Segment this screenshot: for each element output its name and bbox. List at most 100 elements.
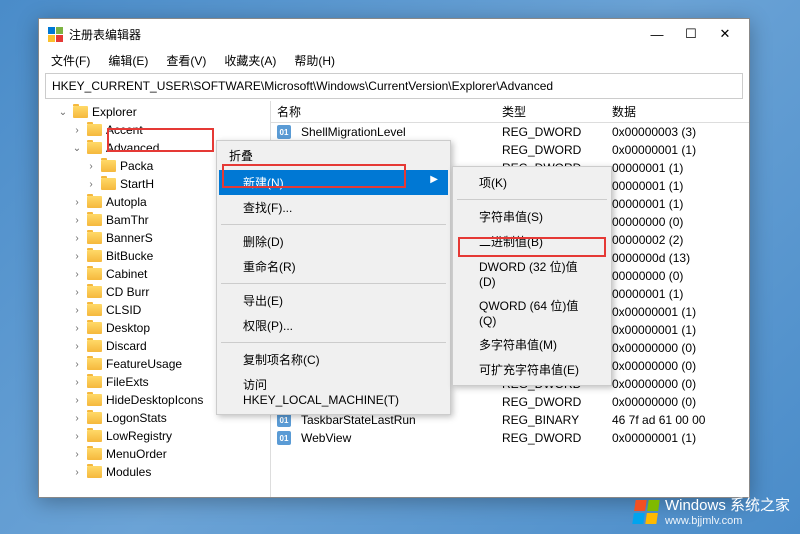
value-row[interactable]: 01ShellMigrationLevelREG_DWORD0x00000003… bbox=[271, 123, 749, 141]
minimize-button[interactable]: — bbox=[649, 26, 665, 42]
ctx-new-binary[interactable]: 二进制值(B) bbox=[455, 229, 609, 254]
chevron-right-icon[interactable]: › bbox=[71, 251, 83, 262]
ctx-goto[interactable]: 访问 HKEY_LOCAL_MACHINE(T) bbox=[219, 372, 448, 411]
ctx-new-dword[interactable]: DWORD (32 位)值(D) bbox=[455, 254, 609, 293]
tree-label: Discard bbox=[106, 339, 147, 353]
chevron-right-icon[interactable]: › bbox=[71, 287, 83, 298]
ctx-new-expandstring[interactable]: 可扩充字符串值(E) bbox=[455, 357, 609, 382]
col-type[interactable]: 类型 bbox=[496, 103, 606, 120]
ctx-export[interactable]: 导出(E) bbox=[219, 288, 448, 313]
folder-icon bbox=[87, 394, 102, 406]
chevron-right-icon[interactable]: › bbox=[85, 179, 97, 190]
ctx-new-multistring[interactable]: 多字符串值(M) bbox=[455, 332, 609, 357]
value-type: REG_BINARY bbox=[496, 413, 606, 427]
address-bar[interactable]: HKEY_CURRENT_USER\SOFTWARE\Microsoft\Win… bbox=[45, 73, 743, 99]
value-data: 0x00000001 (1) bbox=[606, 431, 749, 445]
maximize-button[interactable]: ☐ bbox=[683, 26, 699, 42]
value-icon: 01 bbox=[277, 125, 291, 139]
ctx-find[interactable]: 查找(F)... bbox=[219, 195, 448, 220]
tree-label: FeatureUsage bbox=[106, 357, 182, 371]
chevron-right-icon[interactable]: › bbox=[71, 305, 83, 316]
chevron-right-icon[interactable]: › bbox=[71, 269, 83, 280]
menu-view[interactable]: 查看(V) bbox=[158, 50, 214, 71]
ctx-permissions[interactable]: 权限(P)... bbox=[219, 313, 448, 338]
chevron-right-icon[interactable]: › bbox=[71, 449, 83, 460]
col-name[interactable]: 名称 bbox=[271, 103, 496, 120]
value-type: REG_DWORD bbox=[496, 431, 606, 445]
chevron-right-icon[interactable]: › bbox=[85, 161, 97, 172]
tree-label: Accent bbox=[106, 123, 143, 137]
tree-item[interactable]: ⌄Explorer bbox=[39, 103, 270, 121]
chevron-right-icon[interactable]: › bbox=[71, 377, 83, 388]
tree-item[interactable]: › LowRegistry bbox=[39, 427, 270, 445]
chevron-right-icon[interactable]: › bbox=[71, 233, 83, 244]
tree-label: FileExts bbox=[106, 375, 149, 389]
chevron-right-icon[interactable]: › bbox=[71, 323, 83, 334]
ctx-collapse[interactable]: 折叠 bbox=[219, 144, 448, 170]
folder-icon bbox=[87, 196, 102, 208]
value-row[interactable]: 01WebViewREG_DWORD0x00000001 (1) bbox=[271, 429, 749, 447]
chevron-right-icon[interactable]: › bbox=[71, 467, 83, 478]
menu-favorites[interactable]: 收藏夹(A) bbox=[216, 50, 284, 71]
folder-icon bbox=[87, 430, 102, 442]
tree-label: Advanced bbox=[106, 141, 159, 155]
tree-label: MenuOrder bbox=[106, 447, 167, 461]
folder-icon bbox=[87, 466, 102, 478]
tree-label: CD Burr bbox=[106, 285, 149, 299]
chevron-right-icon[interactable]: › bbox=[71, 359, 83, 370]
app-icon bbox=[47, 26, 63, 42]
chevron-right-icon[interactable]: › bbox=[71, 413, 83, 424]
tree-label: CLSID bbox=[106, 303, 141, 317]
value-data: 0x00000000 (0) bbox=[606, 359, 749, 373]
folder-icon bbox=[87, 358, 102, 370]
menu-help[interactable]: 帮助(H) bbox=[286, 50, 343, 71]
watermark: Windows 系统之家 www.bjjmlv.com bbox=[633, 497, 790, 528]
col-data[interactable]: 数据 bbox=[606, 103, 749, 120]
tree-label: LowRegistry bbox=[106, 429, 172, 443]
window-title: 注册表编辑器 bbox=[69, 26, 649, 43]
folder-icon bbox=[87, 232, 102, 244]
separator bbox=[221, 224, 446, 225]
value-data: 00000001 (1) bbox=[606, 287, 749, 301]
value-data: 0x00000000 (0) bbox=[606, 377, 749, 391]
ctx-rename[interactable]: 重命名(R) bbox=[219, 254, 448, 279]
ctx-delete[interactable]: 删除(D) bbox=[219, 229, 448, 254]
close-button[interactable]: ✕ bbox=[717, 26, 733, 42]
context-menu-new: 项(K) 字符串值(S) 二进制值(B) DWORD (32 位)值(D) QW… bbox=[452, 166, 612, 386]
tree-label: BamThr bbox=[106, 213, 149, 227]
separator bbox=[221, 283, 446, 284]
ctx-new-key[interactable]: 项(K) bbox=[455, 170, 609, 195]
tree-label: LogonStats bbox=[106, 411, 167, 425]
value-data: 0x00000001 (1) bbox=[606, 323, 749, 337]
folder-icon bbox=[87, 268, 102, 280]
menubar: 文件(F) 编辑(E) 查看(V) 收藏夹(A) 帮助(H) bbox=[39, 49, 749, 71]
value-icon: 01 bbox=[277, 413, 291, 427]
chevron-right-icon[interactable]: › bbox=[71, 125, 83, 136]
chevron-down-icon[interactable]: ⌄ bbox=[71, 143, 83, 154]
chevron-right-icon[interactable]: › bbox=[71, 197, 83, 208]
ctx-new[interactable]: 新建(N) ▶ bbox=[219, 170, 448, 195]
value-data: 0x00000001 (1) bbox=[606, 305, 749, 319]
tree-item[interactable]: › Accent bbox=[39, 121, 270, 139]
tree-label: HideDesktopIcons bbox=[106, 393, 203, 407]
ctx-new-string[interactable]: 字符串值(S) bbox=[455, 204, 609, 229]
value-data: 46 7f ad 61 00 00 bbox=[606, 413, 749, 427]
menu-file[interactable]: 文件(F) bbox=[43, 50, 98, 71]
chevron-right-icon[interactable]: › bbox=[71, 215, 83, 226]
menu-edit[interactable]: 编辑(E) bbox=[100, 50, 156, 71]
ctx-new-qword[interactable]: QWORD (64 位)值(Q) bbox=[455, 293, 609, 332]
tree-label: Autopla bbox=[106, 195, 147, 209]
separator bbox=[457, 199, 607, 200]
ctx-copykey[interactable]: 复制项名称(C) bbox=[219, 347, 448, 372]
chevron-right-icon[interactable]: › bbox=[71, 431, 83, 442]
chevron-down-icon[interactable]: ⌄ bbox=[57, 107, 69, 118]
tree-item[interactable]: › MenuOrder bbox=[39, 445, 270, 463]
address-text: HKEY_CURRENT_USER\SOFTWARE\Microsoft\Win… bbox=[52, 79, 553, 93]
tree-item[interactable]: › Modules bbox=[39, 463, 270, 481]
chevron-right-icon[interactable]: › bbox=[71, 341, 83, 352]
tree-label: Modules bbox=[106, 465, 151, 479]
value-data: 00000001 (1) bbox=[606, 197, 749, 211]
chevron-right-icon[interactable]: › bbox=[71, 395, 83, 406]
folder-icon bbox=[87, 250, 102, 262]
folder-icon bbox=[87, 322, 102, 334]
